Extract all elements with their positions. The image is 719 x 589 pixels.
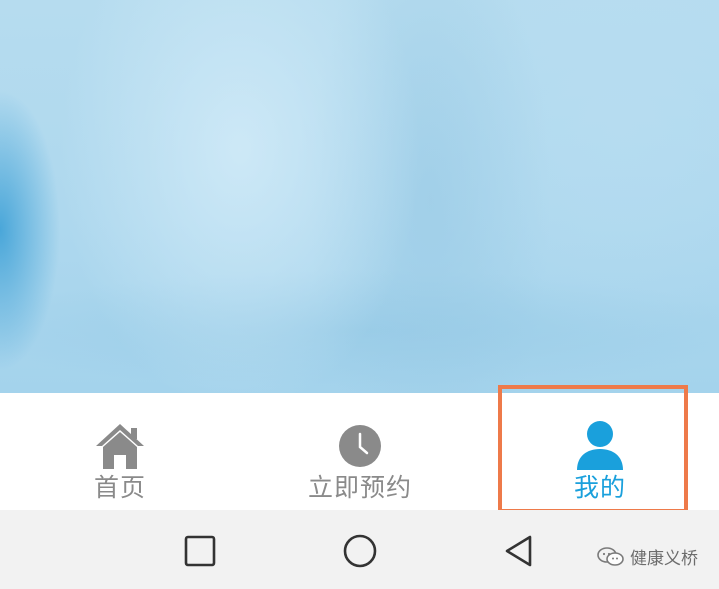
bottom-tab-bar: 首页 立即预约 我的 — [0, 393, 719, 510]
person-icon — [573, 419, 627, 473]
banner-image — [0, 0, 719, 393]
tab-home-label: 首页 — [93, 473, 146, 502]
wechat-logo-icon — [597, 546, 624, 566]
tab-home[interactable]: 首页 — [40, 393, 200, 510]
tab-mine[interactable]: 我的 — [520, 393, 680, 510]
tab-mine-label: 我的 — [573, 473, 626, 502]
triangle-back-icon — [505, 535, 532, 567]
tab-book-now[interactable]: 立即预约 — [280, 393, 440, 510]
tab-book-now-label: 立即预约 — [307, 473, 412, 502]
clock-icon — [333, 419, 387, 473]
home-icon — [93, 419, 147, 473]
back-button[interactable] — [500, 532, 538, 570]
home-nav-button[interactable] — [341, 532, 379, 570]
watermark: 健康义桥 — [596, 544, 698, 569]
recents-button[interactable] — [181, 532, 219, 570]
watermark-text: 健康义桥 — [630, 549, 698, 569]
app-screen: 首页 立即预约 我的 健康义桥 — [0, 0, 719, 589]
circle-icon — [343, 534, 377, 568]
square-icon — [184, 535, 216, 567]
